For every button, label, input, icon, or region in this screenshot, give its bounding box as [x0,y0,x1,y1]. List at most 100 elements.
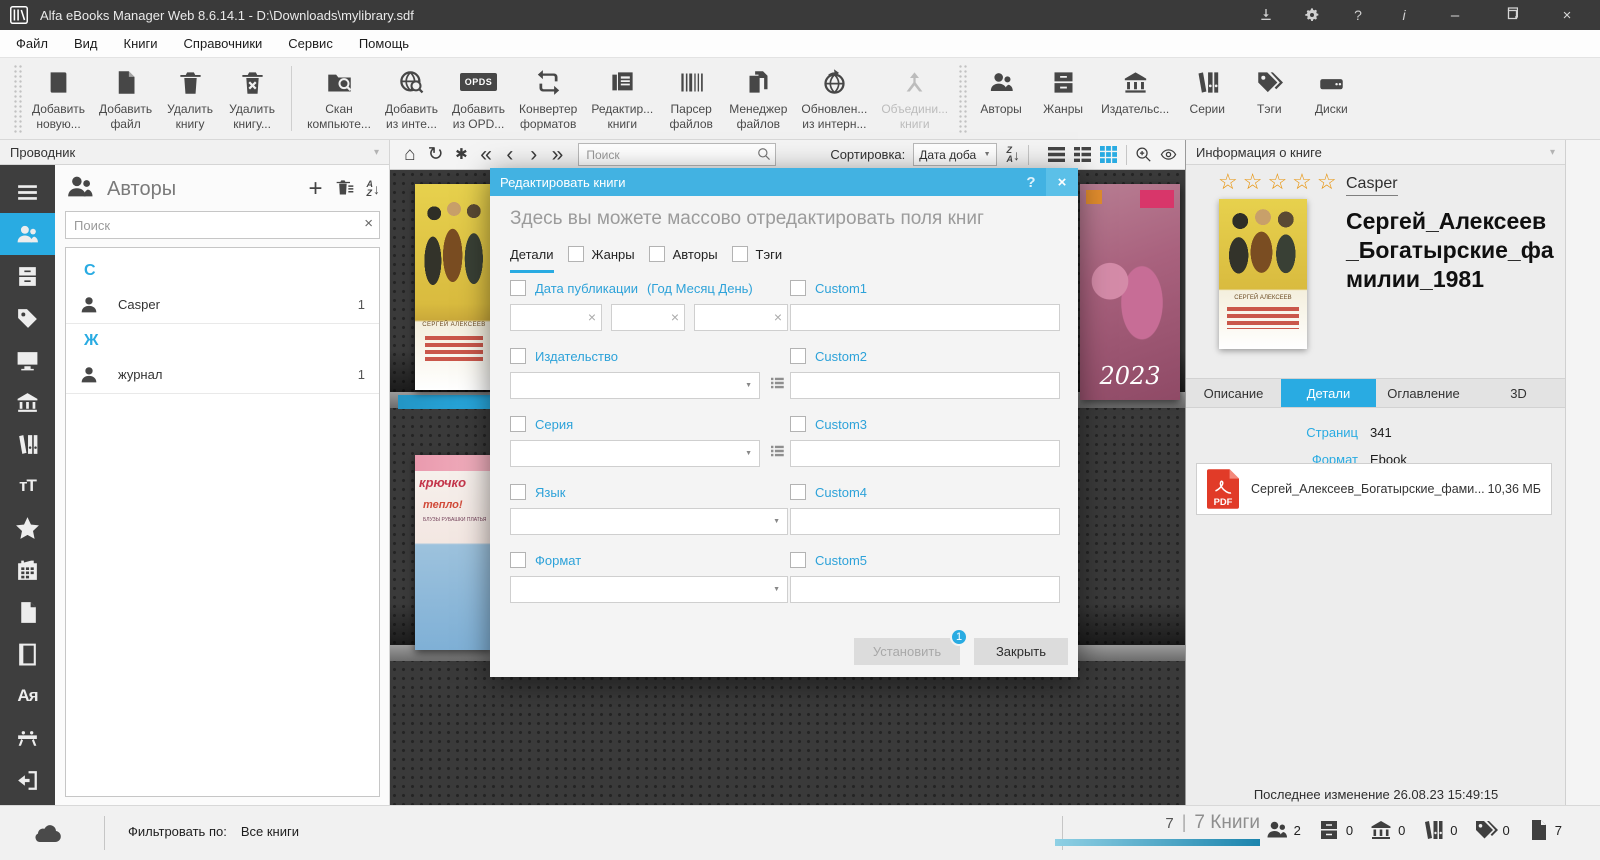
cloud-sync-icon[interactable] [32,820,62,849]
author-link[interactable]: Casper [1346,175,1398,196]
book-cover-magazine-knitting[interactable]: крючко тепло! БЛУЗЫ РУБАШКИ ПЛАТЬЯ [415,455,493,650]
home-icon[interactable]: ⌂ [398,144,422,166]
apply-button[interactable]: Установить 1 [854,628,968,665]
publishers-counter[interactable]: 0 [1369,818,1405,842]
custom3-input[interactable] [791,441,1059,466]
book-cover-magazine-2023[interactable]: 2023 [1080,184,1180,400]
toolbar-drag-handle[interactable] [13,64,22,133]
sidebar-fonts-button[interactable]: тТ [0,465,55,507]
book-cover-selected[interactable]: СЕРГЕЙ АЛЕКСЕЕВ [415,184,493,390]
sidebar-tags-button[interactable] [0,297,55,339]
add-file-button[interactable]: Добавить файл [92,58,159,139]
menu-books[interactable]: Книги [124,36,158,51]
sidebar-formats-button[interactable] [0,591,55,633]
genres-checkbox[interactable] [567,246,584,262]
publishers-button[interactable]: Издательс... [1094,58,1176,139]
tab-3d[interactable]: 3D [1471,379,1566,407]
tab-contents[interactable]: Оглавление [1376,379,1471,407]
sidebar-series-button[interactable] [0,423,55,465]
menu-file[interactable]: Файл [16,36,48,51]
sidebar-genres-button[interactable] [0,255,55,297]
sidebar-dates-button[interactable] [0,549,55,591]
scan-computer-button[interactable]: Скан компьюте... [300,58,378,139]
delete-author-button[interactable] [335,177,355,202]
authors-checkbox[interactable] [648,246,665,262]
dialog-tab-genres[interactable]: Жанры [567,246,635,273]
publisher-list-button[interactable] [768,374,786,397]
preview-eye-icon[interactable] [1160,146,1177,163]
authors-counter[interactable]: 2 [1265,818,1301,842]
sidebar-exit-button[interactable] [0,759,55,801]
custom5-input[interactable] [791,577,1059,602]
custom1-input[interactable] [791,305,1059,330]
file-parser-button[interactable]: Парсер файлов [660,58,722,139]
author-list-item[interactable]: журнал 1 [66,356,379,394]
about-info-icon[interactable]: i [1394,5,1414,25]
collapse-panel-icon[interactable]: ▾ [1550,147,1555,158]
add-from-internet-button[interactable]: Добавить из инте... [378,58,445,139]
books-search-input[interactable] [578,143,777,166]
dialog-titlebar[interactable]: Редактировать книги ? × [490,168,1078,196]
sidebar-books-button[interactable] [0,633,55,675]
clear-icon[interactable]: × [671,309,679,325]
sidebar-languages-button[interactable]: Aя [0,675,55,717]
sidebar-shelf-button[interactable] [0,717,55,759]
favorites-asterisk-icon[interactable]: ✱ [450,144,474,166]
book-file-item[interactable]: PDF Сергей_Алексеев_Богатырские_фами... … [1196,463,1552,515]
dialog-tab-tags[interactable]: Тэги [731,246,782,273]
dialog-tab-details[interactable]: Детали [510,247,554,273]
sidebar-rating-button[interactable] [0,507,55,549]
menu-help[interactable]: Помощь [359,36,409,51]
prev-page-icon[interactable]: ‹ [499,143,521,166]
authors-button[interactable]: Авторы [970,58,1032,139]
books-counter[interactable]: 7 [1526,818,1562,842]
clear-icon[interactable]: × [588,309,596,325]
sort-dropdown[interactable]: Дата доба ▼ [913,143,997,166]
dialog-help-icon[interactable]: ? [1016,174,1046,191]
genres-counter[interactable]: 0 [1317,818,1353,842]
delete-book-options-button[interactable]: Удалить книгу... [221,58,283,139]
delete-book-button[interactable]: Удалить книгу [159,58,221,139]
custom2-checkbox[interactable] [790,348,806,364]
sidebar-publishers-button[interactable] [0,381,55,423]
author-list-item[interactable]: Casper 1 [66,286,379,324]
format-checkbox[interactable] [510,552,526,568]
custom2-input[interactable] [791,373,1059,398]
tags-counter[interactable]: 0 [1474,818,1510,842]
dialog-tab-authors[interactable]: Авторы [648,246,718,273]
rating-stars[interactable]: ☆☆☆☆☆ [1218,169,1342,195]
help-icon[interactable]: ? [1348,5,1368,25]
clear-search-icon[interactable]: × [364,215,373,232]
settings-gear-icon[interactable] [1302,5,1322,25]
custom3-checkbox[interactable] [790,416,806,432]
dialog-close-icon[interactable]: × [1046,168,1078,196]
first-page-icon[interactable]: « [475,143,497,166]
tags-button[interactable]: Тэги [1238,58,1300,139]
publisher-checkbox[interactable] [510,348,526,364]
sidebar-authors-button[interactable] [0,213,55,255]
next-page-icon[interactable]: › [523,143,545,166]
language-dropdown[interactable]: ▼ [510,508,788,535]
menu-service[interactable]: Сервис [288,36,333,51]
sort-direction-button[interactable]: Z A ↓ [1007,145,1021,164]
sidebar-devices-button[interactable] [0,339,55,381]
pub-date-checkbox[interactable] [510,280,526,296]
close-dialog-button[interactable]: Закрыть [974,638,1068,665]
last-page-icon[interactable]: » [547,143,569,166]
filter-value[interactable]: Все книги [241,824,299,839]
clear-icon[interactable]: × [774,309,782,325]
book-cover-thumbnail[interactable]: СЕРГЕЙ АЛЕКСЕЕВ [1219,199,1307,349]
series-counter[interactable]: 0 [1421,818,1458,842]
minimize-button[interactable]: – [1440,7,1470,24]
format-converter-button[interactable]: Конвертер форматов [512,58,584,139]
menu-view[interactable]: Вид [74,36,98,51]
add-from-opds-button[interactable]: OPDS Добавить из OPD... [445,58,512,139]
view-grid-icon[interactable] [1099,145,1118,164]
sidebar-menu-button[interactable] [0,171,55,213]
view-list-icon[interactable] [1047,145,1066,164]
custom4-input[interactable] [791,509,1059,534]
zoom-in-icon[interactable] [1135,146,1152,163]
disks-button[interactable]: Диски [1300,58,1362,139]
file-manager-button[interactable]: Менеджер файлов [722,58,794,139]
edit-books-button[interactable]: Редактир... книги [584,58,660,139]
